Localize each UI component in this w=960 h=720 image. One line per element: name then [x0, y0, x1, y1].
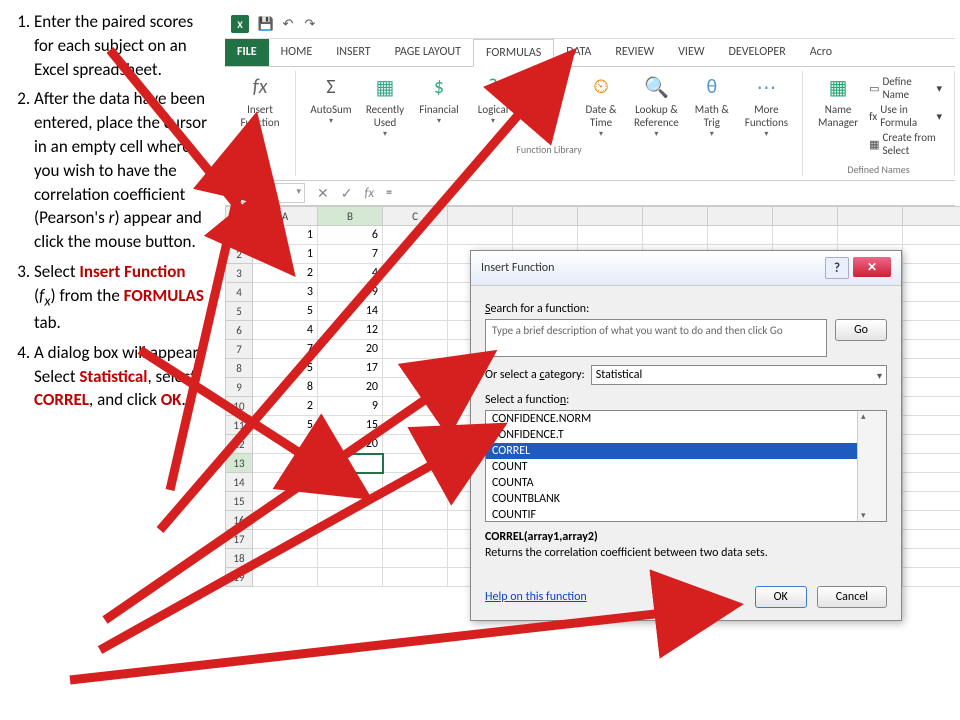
dialog-title: Insert Function	[481, 261, 554, 275]
use-in-formula-button[interactable]: fx Use in Formula ▾	[869, 103, 942, 129]
autosum-button[interactable]: ΣAutoSum▾	[304, 71, 358, 141]
recent-button[interactable]: ▦Recently Used▾	[358, 71, 412, 141]
define-name-button[interactable]: ▭ Define Name ▾	[869, 75, 942, 101]
category-label: Or select a category:	[485, 368, 585, 382]
defined-names-label: Defined Names	[847, 163, 909, 176]
cancel-formula-icon[interactable]: ✕	[311, 185, 335, 202]
tab-formulas[interactable]: FORMULAS	[473, 39, 554, 67]
scrollbar[interactable]	[857, 411, 886, 521]
insert-function-button[interactable]: fxInsert Function	[233, 71, 287, 131]
step-1: Enter the paired scores for each subject…	[34, 10, 210, 81]
instruction-panel: Enter the paired scores for each subject…	[10, 10, 210, 418]
more-button[interactable]: ⋯More Functions▾	[739, 71, 794, 141]
name-box[interactable]: B13	[231, 183, 305, 203]
math-button[interactable]: θMath & Trig▾	[685, 71, 739, 141]
go-button[interactable]: Go	[835, 319, 887, 341]
enter-formula-icon[interactable]: ✓	[335, 185, 359, 202]
tab-review[interactable]: REVIEW	[603, 39, 666, 66]
search-label: SSearch for a function:earch for a funct…	[485, 302, 887, 316]
tab-insert[interactable]: INSERT	[324, 39, 382, 66]
undo-icon[interactable]: ↶	[280, 16, 296, 32]
logical-button[interactable]: ?Logical▾	[466, 71, 520, 141]
formula-bar: B13 ✕ ✓ fx =	[225, 181, 955, 206]
name-manager-button[interactable]: ▦Name Manager	[811, 71, 865, 161]
create-from-selection-button[interactable]: ▦ Create from Select	[869, 131, 942, 157]
redo-icon[interactable]: ↷	[302, 16, 318, 32]
formula-input[interactable]: =	[380, 184, 955, 202]
dialog-help-icon[interactable]: ?	[825, 257, 849, 279]
tab-file[interactable]: FILE	[225, 39, 269, 66]
ok-button[interactable]: OK	[755, 586, 807, 608]
function-option[interactable]: COUNTA	[486, 475, 886, 491]
tab-view[interactable]: VIEW	[666, 39, 716, 66]
step-2: After the data have been entered, place …	[34, 87, 210, 254]
function-list[interactable]: CONFIDENCE.NORMCONFIDENCE.TCORRELCOUNTCO…	[485, 410, 887, 522]
function-option[interactable]: COUNTIF	[486, 507, 886, 522]
function-option[interactable]: COUNT	[486, 459, 886, 475]
function-option[interactable]: CORREL	[486, 443, 886, 459]
function-signature: CORREL(array1,array2)	[485, 530, 887, 544]
step-3: Select Insert Function (fx) from the FOR…	[34, 260, 210, 335]
tab-data[interactable]: DATA	[554, 39, 603, 66]
quick-access-toolbar: X 💾 ↶ ↷	[225, 10, 955, 39]
ribbon-tabs: FILE HOME INSERT PAGE LAYOUT FORMULAS DA…	[225, 39, 955, 67]
function-option[interactable]: CONFIDENCE.T	[486, 427, 886, 443]
category-select[interactable]: Statistical	[591, 365, 887, 385]
excel-icon: X	[231, 15, 249, 33]
save-icon[interactable]: 💾	[258, 16, 274, 32]
tab-developer[interactable]: DEVELOPER	[717, 39, 798, 66]
function-description: Returns the correlation coefficient betw…	[485, 546, 887, 560]
financial-button[interactable]: $Financial▾	[412, 71, 466, 141]
function-library-label: Function Library	[516, 143, 582, 156]
cancel-button[interactable]: Cancel	[817, 586, 887, 608]
tab-page-layout[interactable]: PAGE LAYOUT	[383, 39, 473, 66]
text-button[interactable]: AText▾	[520, 71, 574, 141]
help-link[interactable]: Help on this function	[485, 590, 587, 604]
function-option[interactable]: COUNTBLANK	[486, 491, 886, 507]
dialog-close-icon[interactable]: ✕	[853, 257, 891, 277]
step-4: A dialog box will appear. Select Statist…	[34, 341, 210, 412]
ribbon: fxInsert Function ΣAutoSum▾▦Recently Use…	[225, 67, 955, 181]
tab-home[interactable]: HOME	[269, 39, 325, 66]
tab-acrobat[interactable]: Acro	[798, 39, 844, 66]
lookup-button[interactable]: 🔍Lookup & Reference▾	[628, 71, 685, 141]
insert-function-dialog: Insert Function ? ✕ SSearch for a functi…	[470, 250, 902, 621]
search-input[interactable]: Type a brief description of what you wan…	[485, 319, 827, 357]
select-function-label: Select a function:	[485, 393, 887, 407]
fx-icon[interactable]: fx	[358, 186, 380, 201]
function-option[interactable]: CONFIDENCE.NORM	[486, 411, 886, 427]
datetime-button[interactable]: ⏲Date & Time▾	[574, 71, 628, 141]
